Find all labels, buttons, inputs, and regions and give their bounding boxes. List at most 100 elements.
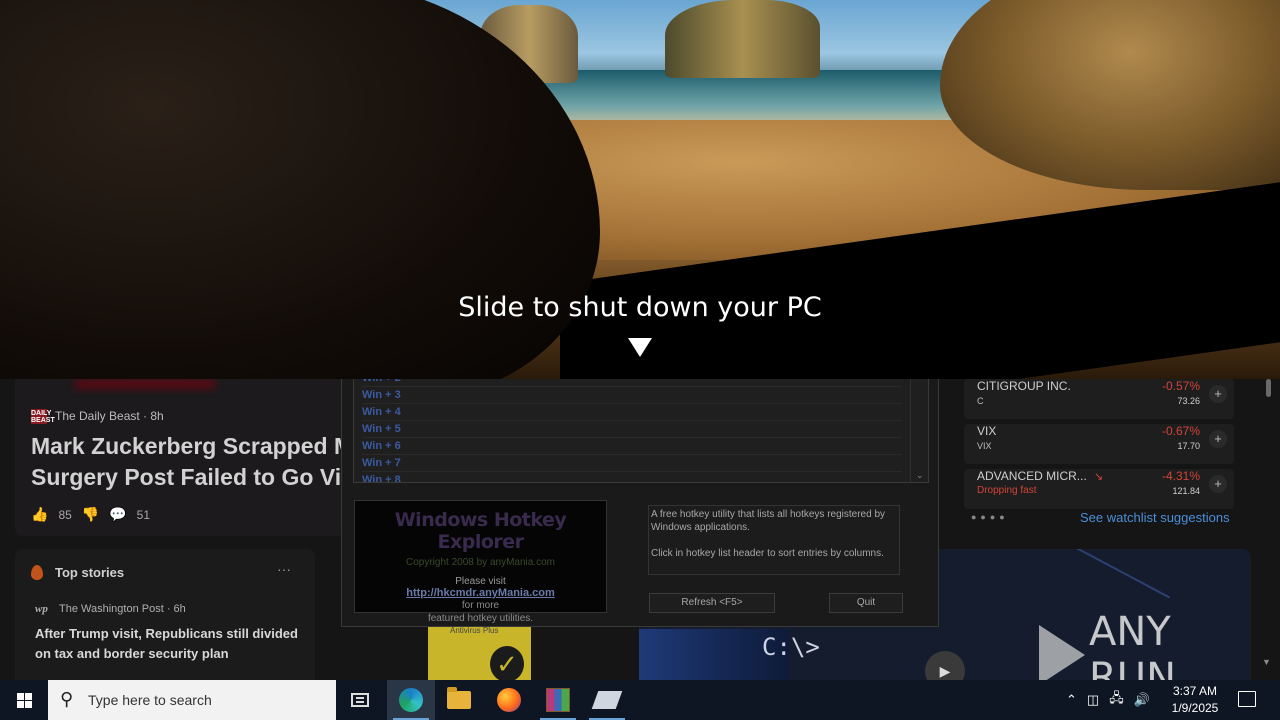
- stock-row[interactable]: VIX VIX -0.67% 17.70 +: [964, 424, 1234, 464]
- slide-down-arrow-icon[interactable]: [628, 338, 652, 357]
- watchlist-suggestions-link[interactable]: See watchlist suggestions: [1080, 510, 1230, 525]
- news-card[interactable]: DAILY BEAST The Daily Beast · 8h Mark Zu…: [15, 379, 345, 536]
- refresh-button[interactable]: Refresh <F5>: [649, 593, 775, 613]
- taskbar-search-box[interactable]: ⚲ Type here to search: [48, 680, 336, 720]
- hotkey-row[interactable]: Win + 2: [362, 379, 902, 387]
- play-icon[interactable]: ▶: [925, 651, 965, 680]
- firefox-icon: [497, 688, 521, 712]
- checkmark-icon: ✓: [490, 646, 524, 680]
- stock-ticker: VIX: [977, 441, 992, 451]
- hotkey-row[interactable]: Win + 8: [362, 472, 902, 482]
- hotkey-row[interactable]: Win + 4: [362, 404, 902, 421]
- add-stock-icon[interactable]: +: [1209, 430, 1227, 448]
- list-scrollbar[interactable]: ⌄: [910, 379, 928, 482]
- taskbar-edge[interactable]: [387, 680, 435, 720]
- taskbar-firefox[interactable]: [485, 680, 533, 720]
- stock-price: 73.26: [1177, 396, 1200, 406]
- stock-row[interactable]: ADVANCED MICR... ↘ Dropping fast -4.31% …: [964, 469, 1234, 509]
- stock-ticker: C: [977, 396, 984, 406]
- shutdown-prompt: Slide to shut down your PC: [458, 292, 822, 323]
- notification-center-icon[interactable]: [1238, 691, 1256, 707]
- taskbar: ⚲ Type here to search ⌃ ◫ 🖧 🔊 3:37 AM 1/…: [0, 680, 1280, 720]
- thumbs-down-icon[interactable]: 👎: [82, 506, 99, 523]
- shutdown-slide[interactable]: Slide to shut down your PC: [0, 0, 1280, 379]
- story-source: The Washington Post · 6h: [59, 603, 186, 615]
- desktop-background: DAILY BEAST The Daily Beast · 8h Mark Zu…: [0, 379, 1280, 680]
- windows-logo-icon: [16, 692, 32, 708]
- flame-icon: [31, 565, 43, 580]
- wallpaper-rock-stack: [665, 0, 820, 78]
- hotkey-explorer-icon: [591, 691, 623, 709]
- thumbs-up-icon[interactable]: 👍: [31, 506, 48, 523]
- taskbar-hotkey-explorer[interactable]: [583, 680, 631, 720]
- like-count: 85: [58, 507, 72, 522]
- task-view-button[interactable]: [336, 680, 384, 720]
- top-stories-title: Top stories: [55, 565, 125, 580]
- start-button[interactable]: [0, 680, 48, 720]
- hotkey-row[interactable]: Win + 5: [362, 421, 902, 438]
- meet-now-icon[interactable]: ◫: [1087, 692, 1099, 708]
- hotkey-row[interactable]: Win + 6: [362, 438, 902, 455]
- stock-name: VIX: [977, 424, 997, 438]
- anyrun-play-logo-icon: [1039, 625, 1085, 680]
- logo-featured-text: featured hotkey utilities.: [427, 613, 534, 624]
- scroll-down-icon[interactable]: ▼: [1262, 657, 1271, 667]
- watermark-text: ANY RUN: [1089, 609, 1176, 680]
- hotkey-row[interactable]: Win + 7: [362, 455, 902, 472]
- edge-browser-icon: [399, 688, 423, 712]
- quit-button[interactable]: Quit: [829, 593, 903, 613]
- story-headline[interactable]: After Trump visit, Republicans still div…: [35, 624, 305, 664]
- volume-icon[interactable]: 🔊: [1134, 692, 1150, 708]
- description-box: A free hotkey utility that lists all hot…: [648, 505, 900, 575]
- logo-copyright: Copyright 2008 by anyMania.com: [406, 557, 555, 568]
- carousel-dots[interactable]: ●●●●: [971, 512, 1009, 522]
- daily-beast-logo-icon: DAILY BEAST: [31, 409, 55, 424]
- anyrun-watermark: ANY RUN: [1039, 609, 1251, 680]
- hotkey-list[interactable]: Win + 2 Win + 3 Win + 4 Win + 5 Win + 6 …: [353, 379, 929, 483]
- stock-status: Dropping fast: [977, 485, 1037, 496]
- top-stories-card: Top stories ··· wp The Washington Post ·…: [15, 549, 315, 680]
- search-icon: ⚲: [60, 689, 74, 709]
- watchlist-card: CITIGROUP INC. C -0.57% 73.26 + VIX VIX …: [951, 379, 1251, 539]
- comment-icon[interactable]: 💬: [109, 506, 126, 523]
- logo-title: Windows Hotkey Explorer: [394, 509, 567, 553]
- news-image: [75, 379, 215, 389]
- command-prompt-text: C:\>: [762, 633, 820, 661]
- system-tray: ⌃ ◫ 🖧 🔊: [1066, 680, 1150, 720]
- chevron-down-icon[interactable]: ⌄: [916, 470, 924, 481]
- stock-row[interactable]: CITIGROUP INC. C -0.57% 73.26 +: [964, 379, 1234, 419]
- washington-post-logo-icon: wp: [35, 603, 48, 615]
- system-clock[interactable]: 3:37 AM 1/9/2025: [1168, 683, 1222, 717]
- stock-price: 17.70: [1177, 441, 1200, 451]
- news-headline[interactable]: Mark Zuckerberg Scrapped M Surgery Post …: [31, 431, 345, 493]
- stock-change: -0.57%: [1161, 379, 1200, 393]
- clock-time: 3:37 AM: [1172, 684, 1218, 698]
- hotkey-explorer-window: Win + 2 Win + 3 Win + 4 Win + 5 Win + 6 …: [341, 379, 939, 627]
- stock-change: -4.31%: [1161, 469, 1200, 483]
- search-placeholder: Type here to search: [88, 692, 212, 708]
- network-icon[interactable]: 🖧: [1109, 689, 1124, 711]
- logo-more-text: for more: [461, 600, 500, 611]
- homepage-link[interactable]: http://hkcmdr.anyMania.com: [355, 587, 606, 599]
- logo-visit-text: Please visit: [455, 576, 506, 587]
- antivirus-thumbnail[interactable]: Antivirus Plus ✓: [428, 624, 531, 680]
- stock-price: 121.84: [1172, 486, 1200, 496]
- trend-down-icon: ↘: [1094, 471, 1104, 483]
- comment-count: 51: [136, 507, 151, 522]
- add-stock-icon[interactable]: +: [1209, 385, 1227, 403]
- taskbar-winrar[interactable]: [534, 680, 582, 720]
- page-scrollbar-thumb[interactable]: [1266, 379, 1271, 397]
- more-options-icon[interactable]: ···: [277, 561, 291, 577]
- hotkey-explorer-logo-panel: Windows Hotkey Explorer Copyright 2008 b…: [354, 500, 607, 624]
- video-streak: [1027, 549, 1171, 599]
- stock-change: -0.67%: [1161, 424, 1200, 438]
- winrar-icon: [546, 688, 570, 712]
- add-stock-icon[interactable]: +: [1209, 475, 1227, 493]
- taskbar-file-explorer[interactable]: [435, 680, 483, 720]
- task-view-icon: [351, 693, 369, 707]
- news-reactions: 👍 85 👎 💬 51: [31, 506, 150, 523]
- hotkey-row[interactable]: Win + 3: [362, 387, 902, 404]
- chevron-up-icon[interactable]: ⌃: [1066, 692, 1077, 708]
- clock-date: 1/9/2025: [1171, 701, 1219, 715]
- stock-name: CITIGROUP INC.: [977, 379, 1071, 393]
